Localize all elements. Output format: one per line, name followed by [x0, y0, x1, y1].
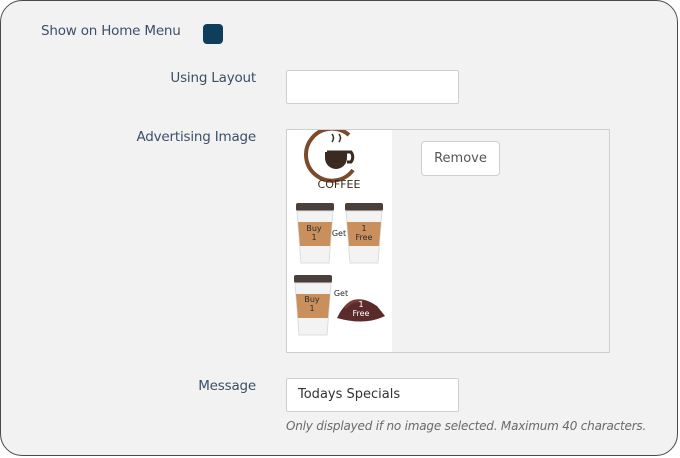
- show-on-home-menu-label: Show on Home Menu: [41, 23, 181, 39]
- coffee-cup-icon: Buy 1: [296, 203, 334, 264]
- logo-text: COFFEE: [318, 178, 361, 191]
- advertising-image-label: Advertising Image: [136, 129, 256, 145]
- using-layout-label: Using Layout: [170, 70, 256, 86]
- coffee-cup-icon: Buy 1: [294, 275, 332, 336]
- cake-icon: 1 Free: [337, 299, 385, 322]
- get-text-2: Get: [334, 289, 348, 298]
- message-hint: Only displayed if no image selected. Max…: [286, 419, 647, 433]
- coffee-promo-image: COFFEE Buy 1 Get 1 Free Buy 1 Get 1 Free: [294, 126, 385, 336]
- remove-button[interactable]: Remove: [421, 141, 500, 176]
- coffee-logo-icon: COFFEE: [304, 126, 361, 191]
- using-layout-input[interactable]: [286, 70, 459, 104]
- coffee-cup-icon: 1 Free: [345, 203, 383, 264]
- get-text-1: Get: [332, 229, 346, 238]
- message-input[interactable]: Todays Specials: [286, 378, 459, 412]
- message-label: Message: [198, 378, 256, 394]
- advertising-image[interactable]: COFFEE Buy 1 Get 1 Free Buy 1 Get 1 Free: [287, 126, 392, 352]
- show-on-home-menu-checkbox[interactable]: [203, 24, 223, 44]
